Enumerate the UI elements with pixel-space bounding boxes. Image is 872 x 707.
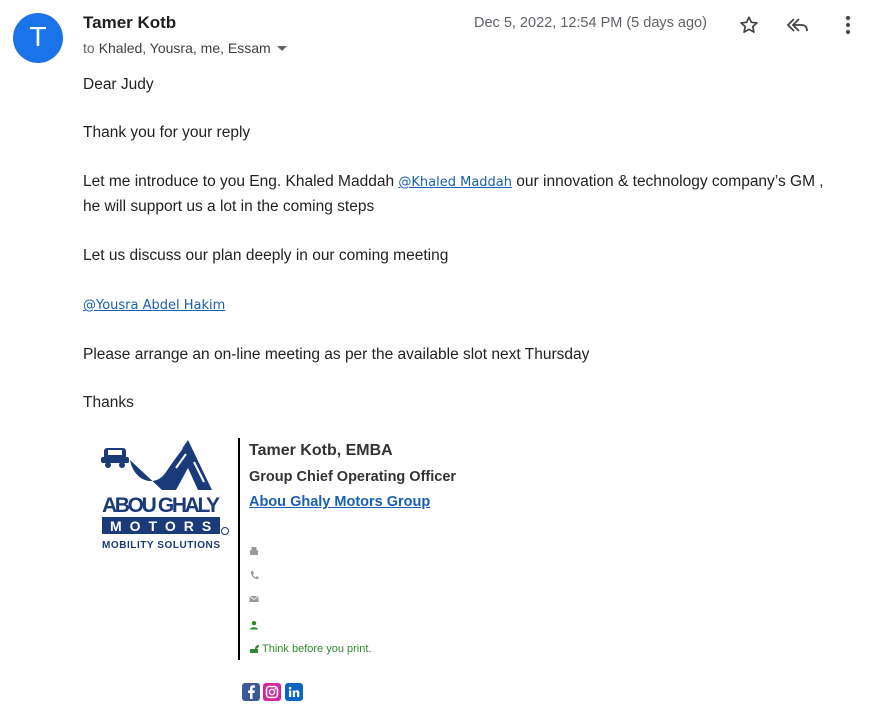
message-date: Dec 5, 2022, 12:54 PM (5 days ago) <box>474 15 707 31</box>
recipient-names: Khaled, Yousra, me, Essam <box>98 40 271 56</box>
printer-leaf-icon <box>250 645 259 653</box>
recipients-line[interactable]: to Khaled, Yousra, me, Essam <box>83 40 287 56</box>
eco-note-text: Think before you print. <box>262 643 372 655</box>
sender-avatar[interactable]: T <box>13 13 63 63</box>
body-line-2-post: our innovation & technology company’s GM… <box>512 173 824 190</box>
phone-icon <box>250 571 259 580</box>
recipients-dropdown-icon[interactable] <box>276 45 287 51</box>
company-logo: ABOU GHALY MOTORS MOBILITY SOLUTIONS <box>100 438 232 553</box>
instagram-icon[interactable] <box>263 683 281 701</box>
star-icon[interactable] <box>736 12 762 38</box>
mention-khaled[interactable]: @Khaled Maddah <box>398 175 512 190</box>
fax-icon <box>250 547 258 555</box>
body-line-5: Please arrange an on-line meeting as per… <box>83 346 590 363</box>
body-line-3: he will support us a lot in the coming s… <box>83 198 375 215</box>
body-line-2-pre: Let me introduce to you Eng. Khaled Madd… <box>83 173 399 190</box>
body-line-2: Let me introduce to you Eng. Khaled Madd… <box>83 170 824 195</box>
eco-note: Think before you print. <box>249 643 371 655</box>
signature-company-link[interactable]: Abou Ghaly Motors Group <box>249 494 430 510</box>
email-icon <box>249 595 259 602</box>
car-icon <box>101 448 129 468</box>
sender-name[interactable]: Tamer Kotb <box>83 13 176 33</box>
mention-yousra-line: @Yousra Abdel Hakim <box>83 293 225 318</box>
person-icon <box>250 621 258 630</box>
to-prefix: to <box>83 40 95 56</box>
signature-title: Group Chief Operating Officer <box>249 469 457 485</box>
facebook-icon[interactable] <box>242 683 260 701</box>
body-line-4: Let us discuss our plan deeply in our co… <box>83 247 449 264</box>
svg-text:MOBILITY SOLUTIONS: MOBILITY SOLUTIONS <box>102 540 220 551</box>
linkedin-icon[interactable] <box>285 683 303 701</box>
svg-text:ABOU GHALY: ABOU GHALY <box>102 494 220 517</box>
mention-yousra[interactable]: @Yousra Abdel Hakim <box>83 298 225 313</box>
signature-name: Tamer Kotb, EMBA <box>249 442 393 459</box>
signature-divider <box>238 438 240 660</box>
avatar-initial: T <box>30 23 46 53</box>
closing: Thanks <box>83 394 134 411</box>
greeting: Dear Judy <box>83 76 154 93</box>
more-vert-icon[interactable] <box>835 12 861 38</box>
svg-text:MOTORS: MOTORS <box>110 518 219 534</box>
reply-all-icon[interactable] <box>785 12 811 38</box>
body-line-1: Thank you for your reply <box>83 124 251 141</box>
